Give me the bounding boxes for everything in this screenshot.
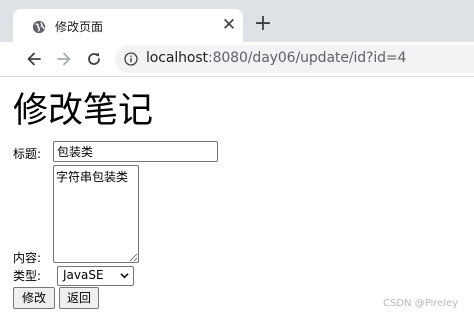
address-bar[interactable]: localhost:8080/day06/update/id?id=4	[115, 45, 474, 73]
url-text[interactable]: localhost:8080/day06/update/id?id=4	[146, 50, 406, 66]
info-icon[interactable]	[124, 52, 138, 66]
reload-icon[interactable]	[84, 49, 104, 69]
chevron-down-icon	[120, 273, 129, 279]
tab-close-icon[interactable]: ✕	[219, 15, 239, 35]
arrow-left-icon[interactable]	[24, 49, 44, 69]
back-button[interactable]: 返回	[59, 287, 99, 309]
type-select[interactable]: JavaSE	[57, 266, 134, 286]
globe-icon	[32, 20, 46, 34]
submit-button[interactable]: 修改	[13, 287, 55, 309]
type-select-value: JavaSE	[63, 268, 104, 282]
tab-title: 修改页面	[55, 20, 104, 34]
new-tab-button[interactable]: +	[252, 13, 274, 36]
tab-strip: 修改页面 ✕ +	[0, 0, 474, 42]
title-label: 标题:	[13, 147, 42, 161]
url-path: :8080/day06/update/id?id=4	[207, 50, 407, 66]
page-title: 修改笔记	[13, 91, 154, 131]
type-label: 类型:	[13, 269, 42, 283]
arrow-right-icon[interactable]	[54, 49, 74, 69]
watermark: CSDN @Pireley	[383, 298, 459, 309]
url-host: localhost	[146, 50, 208, 66]
content-label: 内容:	[13, 251, 42, 265]
content-textarea[interactable]: 字符串包装类	[53, 165, 139, 263]
title-input[interactable]	[53, 141, 218, 162]
browser-tab[interactable]: 修改页面 ✕	[13, 9, 243, 42]
page-content: 修改笔记 标题: 字符串包装类 内容: 类型: JavaSE 修改 返回	[0, 77, 474, 323]
browser-toolbar: localhost:8080/day06/update/id?id=4	[0, 42, 474, 77]
